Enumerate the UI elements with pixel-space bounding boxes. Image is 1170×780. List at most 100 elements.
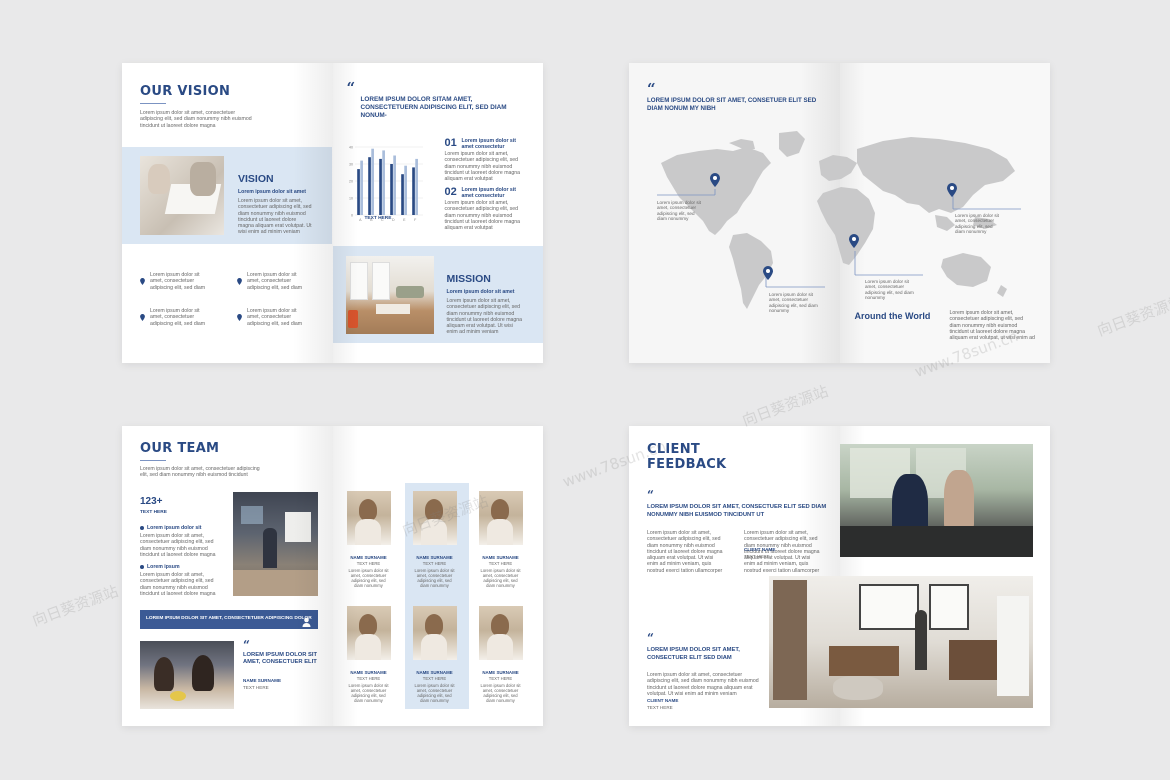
stat-number: 01 — [444, 137, 457, 149]
chart-y-tick: 10 — [349, 197, 353, 201]
watermark-text: 向日葵资源站 — [739, 382, 831, 430]
chart-bar — [359, 160, 363, 215]
chart-y-tick: 30 — [349, 163, 353, 167]
client-name-2: CLIENT NAME — [647, 698, 679, 703]
chart-bar — [392, 155, 396, 215]
team-member-card: NAME SURNAME TEXT HERE Lorem ipsum dolor s… — [412, 491, 463, 589]
spread-our-team: OUR TEAM Lorem ipsum dolor sit amet, con… — [122, 426, 543, 726]
feedback-body: Lorem ipsum dolor sit amet, consectetuer… — [647, 530, 723, 574]
title-underline — [140, 460, 166, 461]
team-count: 123+ — [140, 496, 163, 507]
stat-body: Lorem ipsum dolor sit amet, consectetuer… — [444, 200, 521, 232]
vision-right-page: “ LOREM IPSUM DOLOR SITAM AMET, CONSECTE… — [332, 63, 543, 363]
team-banner: LOREM IPSUM DOLOR SIT AMET, CONSECTETUER… — [140, 610, 318, 629]
chart-bar — [370, 148, 374, 215]
quote-mark-icon: “ — [647, 631, 654, 645]
team-quote-name: NAME SURNAME — [243, 678, 282, 683]
chart-x-tick: F — [414, 218, 417, 222]
team-member-card: NAME SURNAME TEXT HERE Lorem ipsum dolor s… — [478, 491, 529, 588]
bullet-item: Lorem ipsum dolor sit amet, consectetuer… — [140, 308, 212, 327]
member-role: TEXT HERE — [488, 676, 513, 681]
stat-title: Lorem ipsum dolor sit amet consectetur — [461, 138, 516, 150]
team-photo-women — [140, 641, 234, 709]
client-meeting-photo — [840, 444, 1033, 557]
client-role-2: TEXT HERE — [647, 705, 673, 710]
member-body: Lorem ipsum dolor sit amet, consectetuer… — [414, 683, 455, 704]
map-location-label: Lorem ipsum dolor sit amet, consectetuer… — [955, 213, 999, 235]
map-pin-icon — [710, 173, 720, 192]
feedback-quote-2: LOREM IPSUM DOLOR SIT AMET, CONSECTUER E… — [647, 647, 740, 661]
member-photo — [346, 491, 391, 545]
team-member-card: NAME SURNAME TEXT HERE Lorem ipsum dolor s… — [478, 606, 529, 703]
chart-bar — [367, 157, 371, 215]
bullet-dot-icon — [140, 526, 144, 530]
member-body: Lorem ipsum dolor sit amet, consectetuer… — [348, 568, 389, 589]
bullet-item: Lorem ipsum dolor sit amet, consectetuer… — [140, 272, 212, 291]
member-role: TEXT HERE — [356, 561, 381, 566]
team-quote-role: TEXT HERE — [243, 685, 269, 690]
team-count-label: TEXT HERE — [140, 510, 167, 515]
chart-y-tick: 0 — [351, 214, 353, 218]
quote-mark-icon: “ — [346, 79, 356, 97]
spread-our-vision: OUR VISION Lorem ipsum dolor sit amet, c… — [122, 63, 543, 363]
vision-photo — [140, 156, 224, 235]
mission-photo — [345, 256, 434, 334]
quote-mark-icon: “ — [647, 488, 654, 502]
user-icon — [302, 614, 311, 632]
team-left-page: OUR TEAM Lorem ipsum dolor sit amet, con… — [122, 426, 333, 726]
member-role: TEXT HERE — [356, 676, 381, 681]
member-body: Lorem ipsum dolor sit amet, consectetuer… — [414, 568, 455, 589]
page-title-line1: CLIENT — [647, 442, 701, 457]
mission-subheading: Lorem ipsum dolor sit amet — [446, 289, 515, 295]
team-quote-text: LOREM IPSUM DOLOR SIT AMET, CONSECTUER E… — [243, 652, 318, 665]
team-member-card: NAME SURNAME TEXT HERE Lorem ipsum dolor s… — [346, 491, 397, 589]
team-member-card: NAME SURNAME TEXT HERE Lorem ipsum dolor s… — [346, 606, 397, 703]
vision-subheading: Lorem ipsum dolor sit amet — [238, 189, 307, 195]
bullet-item: Lorem ipsum dolor sit amet, consectetuer… — [237, 308, 309, 327]
team-meeting-photo — [233, 492, 318, 596]
spread-world-map: “ LOREM IPSUM DOLOR SIT AMET, CONSETUER … — [629, 63, 1050, 363]
map-location-label: Lorem ipsum dolor sit amet, consectetuer… — [657, 200, 701, 222]
member-photo — [412, 606, 457, 660]
bullet-dot-icon — [140, 565, 144, 569]
team-bullet: Lorem ipsum dolor sit Lorem ipsum dolor … — [140, 525, 216, 558]
chart-bar — [414, 158, 418, 215]
spread-client-feedback: CLIENT FEEDBACK “ LOREM IPSUM DOLOR SIT … — [629, 426, 1050, 726]
chart-bar — [389, 164, 393, 215]
chart-bar — [381, 150, 385, 215]
member-role: TEXT HERE — [422, 676, 447, 681]
office-interior-photo — [769, 576, 1033, 708]
team-bullet: Lorem ipsum Lorem ipsum dolor sit amet, … — [140, 564, 216, 597]
watermark-text: 向日葵资源站 — [1094, 292, 1170, 340]
member-photo — [478, 606, 523, 660]
chart-bar — [411, 167, 415, 215]
location-pin-icon — [237, 308, 242, 326]
map-location-label: Lorem ipsum dolor sit amet, consectetuer… — [769, 292, 818, 314]
title-underline — [140, 103, 166, 104]
location-pin-icon — [140, 272, 145, 290]
member-role: TEXT HERE — [488, 561, 513, 566]
team-member-card: NAME SURNAME TEXT HERE Lorem ipsum dolor s… — [412, 606, 463, 704]
member-photo — [346, 606, 391, 660]
chart-y-tick: 20 — [349, 180, 353, 184]
vision-body: Lorem ipsum dolor sit amet, consectetuer… — [238, 198, 312, 236]
chart-x-tick: A — [359, 218, 362, 222]
stat-number: 02 — [444, 186, 457, 198]
vision-heading: VISION — [238, 173, 274, 185]
stat-body: Lorem ipsum dolor sit amet, consectetuer… — [444, 151, 521, 183]
chart-bar — [356, 169, 360, 215]
vision-quote-text: LOREM IPSUM DOLOR SITAM AMET, CONSECTETU… — [360, 96, 507, 119]
member-photo — [478, 491, 523, 545]
map-pin-icon — [763, 266, 773, 285]
chart-bar — [400, 174, 404, 215]
watermark-text: 向日葵资源站 — [29, 582, 121, 630]
chart-x-tick: D — [391, 218, 394, 222]
member-role: TEXT HERE — [422, 561, 447, 566]
map-location-label: Lorem ipsum dolor sit amet, consectetuer… — [865, 279, 914, 301]
feedback-quote-1: LOREM IPSUM DOLOR SIT AMET, CONSECTUER E… — [647, 504, 827, 518]
chart-y-tick: 40 — [349, 146, 353, 150]
quote-mark-icon: “ — [243, 638, 250, 652]
vision-left-page: OUR VISION Lorem ipsum dolor sit amet, c… — [122, 63, 333, 363]
bar-chart: 010203040A B C D E F — [349, 146, 423, 222]
chart-bar — [403, 165, 407, 215]
